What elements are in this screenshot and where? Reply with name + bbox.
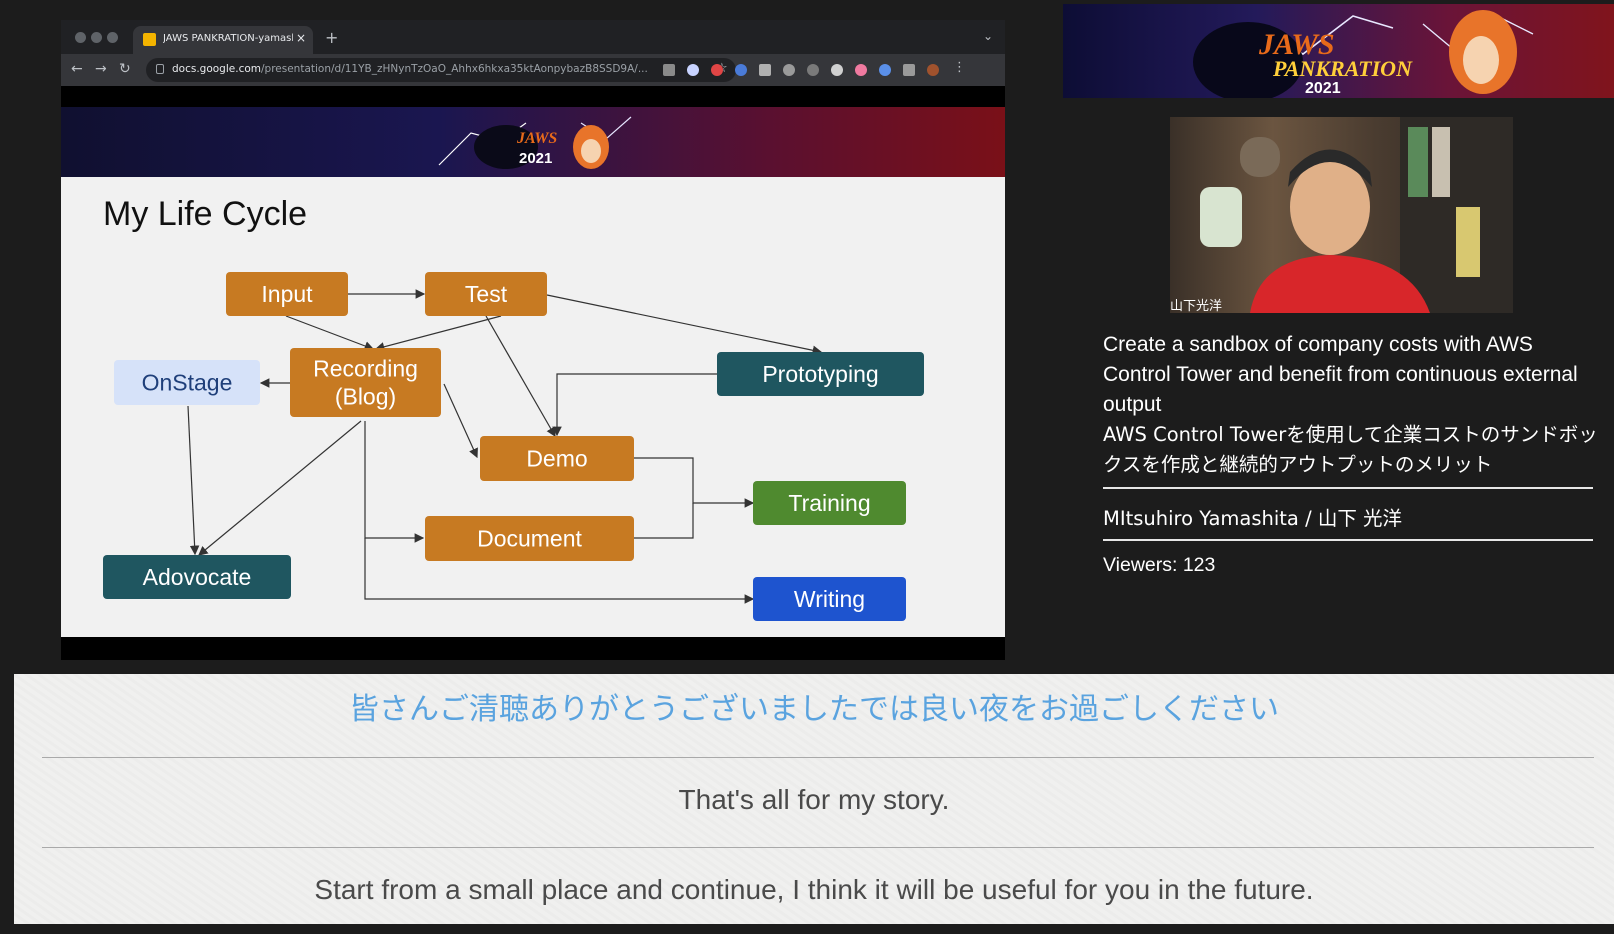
speaker-video-image bbox=[1200, 117, 1513, 313]
slide-content: Input Test Recording (Blog) OnStage Prototypi… bbox=[61, 177, 1005, 637]
caption-english-2: Start from a small place and continue, I… bbox=[314, 874, 1314, 905]
node-training-label: Training bbox=[788, 490, 870, 516]
extension-icon-2[interactable] bbox=[687, 64, 699, 76]
profile-avatar[interactable] bbox=[927, 64, 939, 76]
tab-bar: JAWS PANKRATION-yamashita × + ⌄ bbox=[61, 20, 1005, 54]
node-recording-label: (Blog) bbox=[335, 384, 396, 410]
svg-text:PANKRATION: PANKRATION bbox=[1272, 56, 1413, 81]
caption-panel: 皆さんご清聴ありがとうございましたでは良い夜をお過ごしください That's a… bbox=[14, 674, 1614, 924]
extension-icon-1[interactable] bbox=[663, 64, 675, 76]
edge-test-demo bbox=[485, 315, 556, 438]
node-writing: Writing bbox=[753, 577, 906, 621]
event-banner: JAWS PANKRATION 2021 bbox=[1063, 4, 1614, 98]
forward-icon[interactable]: → bbox=[95, 61, 107, 77]
edge-test-prototyping bbox=[546, 294, 823, 355]
caption-divider bbox=[42, 847, 1594, 848]
browser-toolbar: ← → ↻ docs.google.com/presentation/d/11Y… bbox=[61, 54, 1005, 86]
divider bbox=[1103, 487, 1593, 489]
tab-search-chevron-icon[interactable]: ⌄ bbox=[983, 29, 993, 43]
node-recording: Recording(Blog) bbox=[290, 348, 441, 417]
extension-icon-3[interactable] bbox=[711, 64, 723, 76]
edge-demo-training bbox=[634, 457, 755, 508]
url-text: docs.google.com/presentation/d/11YB_zHNy… bbox=[172, 63, 648, 75]
node-input-label: Input bbox=[261, 281, 313, 307]
node-test: Test bbox=[425, 272, 547, 316]
browser-window: JAWS PANKRATION-yamashita × + ⌄ ← → ↻ do… bbox=[61, 20, 1005, 660]
extension-icon-6[interactable] bbox=[783, 64, 795, 76]
speaker-camera-feed bbox=[1170, 117, 1513, 313]
node-document: Document bbox=[425, 516, 634, 561]
node-adovocate-label: Adovocate bbox=[143, 564, 252, 590]
svg-text:2021: 2021 bbox=[519, 150, 552, 167]
viewer-count: Viewers: 123 bbox=[1103, 554, 1216, 576]
caption-english-1: That's all for my story. bbox=[678, 784, 950, 815]
node-writing-label: Writing bbox=[794, 586, 865, 612]
node-demo-label: Demo bbox=[526, 446, 587, 472]
node-recording-label: Recording bbox=[313, 356, 418, 382]
tab-close-icon[interactable]: × bbox=[296, 31, 306, 45]
edge-recording-demo bbox=[443, 383, 478, 459]
window-close-dot[interactable] bbox=[75, 32, 86, 43]
extension-icon-10[interactable] bbox=[879, 64, 891, 76]
extension-icon-8[interactable] bbox=[831, 64, 843, 76]
address-bar[interactable]: docs.google.com/presentation/d/11YB_zHNy… bbox=[146, 58, 736, 82]
jaws-pankration-logo-icon: JAWS 2021 bbox=[438, 116, 632, 169]
edge-test-recording bbox=[374, 315, 502, 352]
node-prototyping-label: Prototyping bbox=[762, 361, 878, 387]
life-cycle-diagram: Input Test Recording(Blog) OnStage Prototypi… bbox=[103, 272, 924, 621]
slide-title: My Life Cycle bbox=[103, 195, 308, 233]
extension-icon-7[interactable] bbox=[807, 64, 819, 76]
node-demo: Demo bbox=[480, 436, 634, 481]
reload-icon[interactable]: ↻ bbox=[119, 61, 131, 77]
extension-icon-9[interactable] bbox=[855, 64, 867, 76]
svg-text:JAWS: JAWS bbox=[516, 130, 557, 147]
node-onstage: OnStage bbox=[114, 360, 260, 405]
edge-document-training bbox=[634, 503, 694, 539]
lock-icon bbox=[156, 64, 164, 74]
browser-menu-icon[interactable]: ⋮ bbox=[953, 60, 966, 75]
node-test-label: Test bbox=[465, 281, 508, 307]
node-document-label: Document bbox=[477, 526, 582, 552]
edge-input-recording bbox=[285, 315, 375, 351]
extension-icon-4[interactable] bbox=[735, 64, 747, 76]
extension-icon-5[interactable] bbox=[759, 64, 771, 76]
node-input: Input bbox=[226, 272, 348, 316]
new-tab-icon[interactable]: + bbox=[325, 28, 338, 47]
edge-recording-document bbox=[364, 421, 425, 543]
edge-onstage-adovocate bbox=[187, 405, 200, 556]
divider bbox=[1103, 539, 1593, 541]
back-icon[interactable]: ← bbox=[71, 61, 83, 77]
browser-tab[interactable]: JAWS PANKRATION-yamashita × bbox=[133, 26, 313, 54]
node-prototyping: Prototyping bbox=[717, 352, 924, 396]
talk-title-english: Create a sandbox of company costs with A… bbox=[1103, 333, 1578, 416]
jaws-pankration-2021-logo-icon: JAWS PANKRATION 2021 bbox=[1193, 10, 1534, 98]
node-adovocate: Adovocate bbox=[103, 555, 291, 599]
edge-prototyping-demo bbox=[552, 373, 717, 437]
window-maximize-dot[interactable] bbox=[107, 32, 118, 43]
node-onstage-label: OnStage bbox=[142, 370, 233, 396]
puzzle-extensions-icon[interactable] bbox=[903, 64, 915, 76]
svg-text:2021: 2021 bbox=[1305, 80, 1341, 97]
camera-speaker-label: 山下光洋 bbox=[1170, 299, 1223, 314]
caption-japanese: 皆さんご清聴ありがとうございましたでは良い夜をお過ごしください bbox=[349, 692, 1279, 727]
window-minimize-dot[interactable] bbox=[91, 32, 102, 43]
slide-header-banner: JAWS 2021 bbox=[61, 107, 1005, 177]
speaker-name: MItsuhiro Yamashita / 山下 光洋 bbox=[1103, 507, 1403, 530]
talk-title-japanese: AWS Control Towerを使用して企業コストのサンドボックスを作成と継… bbox=[1103, 423, 1598, 476]
slides-favicon-icon bbox=[143, 33, 156, 46]
caption-divider bbox=[42, 757, 1594, 758]
tab-title: JAWS PANKRATION-yamashita bbox=[163, 33, 293, 44]
edge-recording-adovocate bbox=[198, 420, 362, 556]
node-training: Training bbox=[753, 481, 906, 525]
